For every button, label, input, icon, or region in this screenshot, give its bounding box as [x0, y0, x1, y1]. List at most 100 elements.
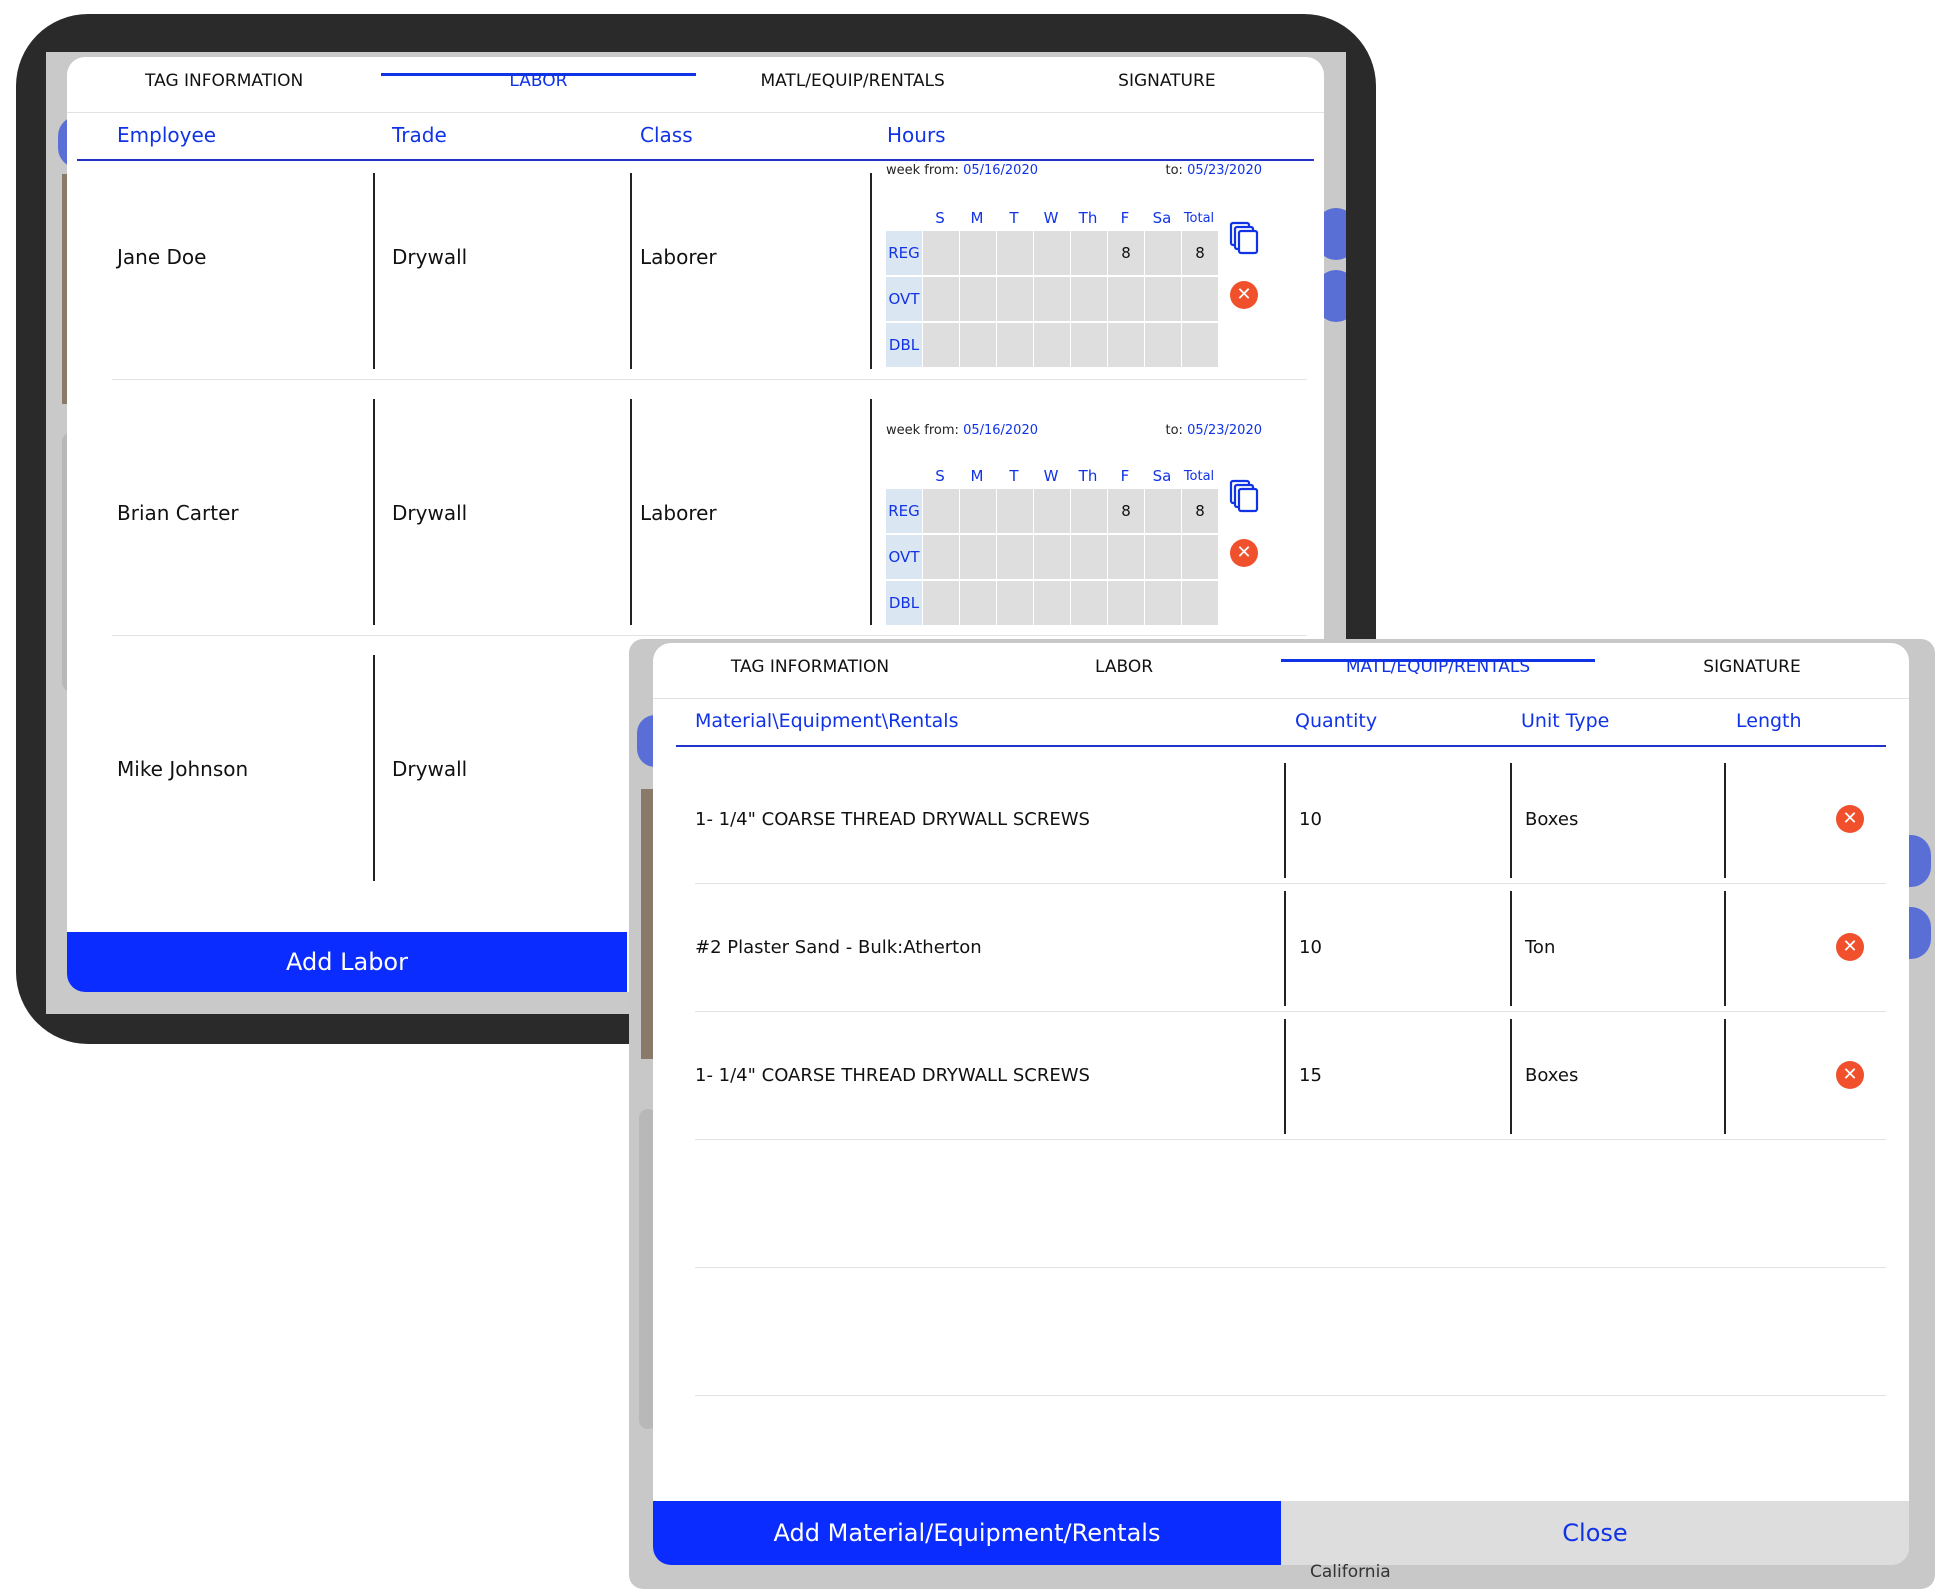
tab-tag-information[interactable]: TAG INFORMATION	[653, 643, 967, 697]
hour-cell[interactable]	[960, 323, 996, 367]
hour-cell[interactable]	[1145, 231, 1181, 275]
hour-cell[interactable]	[997, 535, 1033, 579]
add-material-button[interactable]: Add Material/Equipment/Rentals	[653, 1501, 1281, 1565]
delete-icon[interactable]: ✕	[1836, 933, 1864, 961]
hour-cell[interactable]	[1034, 277, 1070, 321]
column-divider	[1724, 1019, 1726, 1134]
delete-icon[interactable]: ✕	[1836, 805, 1864, 833]
material-unit-type: Boxes	[1525, 809, 1579, 830]
hour-cell[interactable]	[1145, 489, 1181, 533]
tab-labor[interactable]: LABOR	[381, 57, 696, 111]
employee-name: Mike Johnson	[117, 757, 249, 781]
hour-cell[interactable]	[1034, 231, 1070, 275]
hour-cell[interactable]	[1108, 277, 1144, 321]
hour-cell-total: 8	[1182, 489, 1218, 533]
hour-cell[interactable]	[1145, 323, 1181, 367]
hour-cell[interactable]	[960, 489, 996, 533]
hour-cell[interactable]	[1071, 231, 1107, 275]
hour-cell[interactable]	[923, 277, 959, 321]
hour-cell[interactable]	[1108, 535, 1144, 579]
hour-cell[interactable]: 8	[1108, 231, 1144, 275]
week-to-date[interactable]: 05/23/2020	[1187, 423, 1262, 438]
tab-divider	[653, 698, 1909, 699]
column-divider	[1510, 891, 1512, 1006]
tab-tag-information[interactable]: TAG INFORMATION	[67, 57, 381, 111]
hour-cell[interactable]	[960, 231, 996, 275]
employee-name: Jane Doe	[117, 245, 207, 269]
column-header-length: Length	[1736, 710, 1802, 732]
week-range: week from: 05/16/2020 to: 05/23/2020	[886, 423, 1262, 438]
material-quantity: 10	[1299, 809, 1322, 830]
tab-divider	[67, 112, 1324, 113]
hour-cell[interactable]	[997, 581, 1033, 625]
tab-matl-equip-rentals[interactable]: MATL/EQUIP/RENTALS	[696, 57, 1010, 111]
hour-cell[interactable]	[960, 535, 996, 579]
row-separator	[695, 1011, 1886, 1012]
delete-icon[interactable]: ✕	[1230, 281, 1258, 309]
delete-icon[interactable]: ✕	[1230, 539, 1258, 567]
close-button[interactable]: Close	[1281, 1501, 1909, 1565]
day-header: Sa	[1152, 467, 1172, 485]
column-header-hours: Hours	[887, 123, 946, 147]
day-header: F	[1120, 209, 1130, 227]
hour-cell[interactable]	[923, 231, 959, 275]
row-separator	[112, 635, 1307, 636]
hour-cell[interactable]: 8	[1108, 489, 1144, 533]
hour-cell[interactable]	[1071, 489, 1107, 533]
tab-matl-equip-rentals[interactable]: MATL/EQUIP/RENTALS	[1281, 643, 1595, 697]
column-divider	[1724, 891, 1726, 1006]
column-header-trade: Trade	[392, 123, 447, 147]
day-header: T	[1009, 467, 1019, 485]
hour-cell[interactable]	[923, 323, 959, 367]
hour-cell[interactable]	[960, 277, 996, 321]
hour-cell-total: 8	[1182, 231, 1218, 275]
hour-cell[interactable]	[997, 231, 1033, 275]
week-from-date[interactable]: 05/16/2020	[963, 423, 1038, 438]
hour-cell[interactable]	[1071, 535, 1107, 579]
employee-class: Laborer	[640, 501, 717, 525]
material-name: #2 Plaster Sand - Bulk:Atherton	[695, 937, 982, 958]
hour-cell[interactable]	[1071, 323, 1107, 367]
week-from-label: week from:	[886, 423, 959, 438]
day-header: Total	[1183, 211, 1215, 226]
employee-trade: Drywall	[392, 757, 468, 781]
column-divider	[373, 173, 375, 369]
hour-cell[interactable]	[997, 323, 1033, 367]
day-header: Sa	[1152, 209, 1172, 227]
hour-cell[interactable]	[923, 581, 959, 625]
copy-icon[interactable]	[1229, 479, 1259, 513]
hour-cell[interactable]	[1108, 323, 1144, 367]
add-labor-button[interactable]: Add Labor	[67, 932, 627, 992]
hour-cell[interactable]	[1145, 581, 1181, 625]
hour-cell[interactable]	[1034, 535, 1070, 579]
hour-cell[interactable]	[1034, 323, 1070, 367]
week-to-date[interactable]: 05/23/2020	[1187, 163, 1262, 178]
day-header: S	[935, 467, 945, 485]
hour-cell[interactable]	[1071, 277, 1107, 321]
hour-cell[interactable]	[1034, 489, 1070, 533]
tab-signature[interactable]: SIGNATURE	[1595, 643, 1909, 697]
hour-cell-total	[1182, 277, 1218, 321]
hour-cell[interactable]	[960, 581, 996, 625]
copy-icon[interactable]	[1229, 221, 1259, 255]
delete-icon[interactable]: ✕	[1836, 1061, 1864, 1089]
column-divider	[1724, 763, 1726, 878]
column-divider	[1284, 891, 1286, 1006]
day-header: F	[1120, 467, 1130, 485]
hour-cell[interactable]	[1071, 581, 1107, 625]
hour-cell[interactable]	[923, 535, 959, 579]
hour-cell[interactable]	[1108, 581, 1144, 625]
hour-cell[interactable]	[1034, 581, 1070, 625]
hour-cell-total	[1182, 323, 1218, 367]
column-divider	[1284, 1019, 1286, 1134]
tab-signature[interactable]: SIGNATURE	[1010, 57, 1324, 111]
hour-cell[interactable]	[1145, 535, 1181, 579]
hour-cell[interactable]	[997, 277, 1033, 321]
hour-cell[interactable]	[1145, 277, 1181, 321]
day-header: W	[1043, 467, 1059, 485]
header-underline	[77, 159, 1314, 161]
hour-cell[interactable]	[923, 489, 959, 533]
tab-labor[interactable]: LABOR	[967, 643, 1281, 697]
week-from-date[interactable]: 05/16/2020	[963, 163, 1038, 178]
hour-cell[interactable]	[997, 489, 1033, 533]
